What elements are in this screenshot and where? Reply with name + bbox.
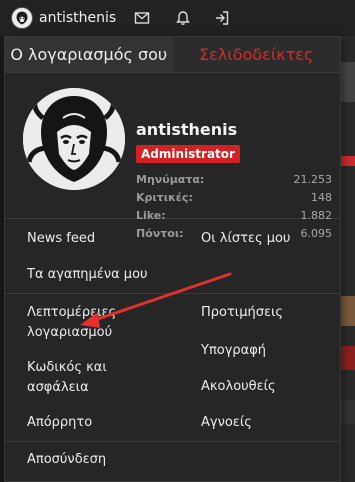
logout-icon[interactable]: [213, 9, 231, 27]
menu-password-line2: ασφάλεια: [27, 380, 89, 395]
user-menu-trigger[interactable]: antisthenis: [0, 0, 116, 36]
stat-value: 148: [311, 191, 332, 204]
menu-ignoring[interactable]: Αγνοείς: [201, 413, 252, 433]
menu-news-feed[interactable]: News feed: [27, 229, 95, 249]
menu-account-details-line1: Λεπτομέρειες: [27, 305, 117, 320]
menu-favorites[interactable]: Τα αγαπημένα μου: [27, 265, 148, 285]
menu-divider: [5, 441, 340, 442]
stat-value: 6.095: [300, 227, 333, 240]
background-page-right: [341, 36, 355, 482]
menu-account-details-line2: λογαριασμού: [27, 325, 113, 340]
stat-row-messages[interactable]: Μηνύματα: 21.253: [136, 173, 332, 191]
menu-logout[interactable]: Αποσύνδεση: [27, 450, 106, 470]
top-navigation-bar: antisthenis: [0, 0, 355, 36]
stat-label: Πόντοι:: [136, 227, 184, 240]
menu-signature[interactable]: Υπογραφή: [201, 341, 266, 361]
menu-preferences[interactable]: Προτιμήσεις: [201, 303, 283, 323]
stat-label: Like:: [136, 209, 166, 222]
stat-label: Κριτικές:: [136, 191, 193, 204]
user-avatar-small: [11, 7, 33, 29]
avatar-portrait-icon: [23, 88, 125, 190]
mail-icon[interactable]: [133, 9, 151, 27]
avatar-face-icon: [12, 8, 32, 28]
tab-bookmarks[interactable]: Σελιδοδείκτες: [173, 37, 341, 72]
menu-my-lists[interactable]: Οι λίστες μου: [201, 229, 290, 249]
bell-icon[interactable]: [174, 9, 192, 27]
menu-password-line1: Κωδικός και: [27, 360, 107, 375]
stat-row-likes[interactable]: Like: 1.882: [136, 209, 332, 227]
account-dropdown-panel: Ο λογαριασμός σου Σελιδοδείκτες antisthe…: [4, 36, 341, 482]
menu-following[interactable]: Ακολουθείς: [201, 377, 276, 397]
stat-value: 21.253: [293, 173, 333, 186]
tab-your-account[interactable]: Ο λογαριασμός σου: [5, 37, 173, 72]
profile-username[interactable]: antisthenis: [136, 120, 237, 139]
profile-card: antisthenis Administrator Μηνύματα: 21.2…: [5, 73, 340, 240]
topbar-username: antisthenis: [39, 10, 117, 26]
stat-label: Μηνύματα:: [136, 173, 205, 186]
menu-divider: [5, 293, 340, 294]
menu-account-details[interactable]: Λεπτομέρειες λογαριασμού: [27, 303, 116, 343]
menu-password-security[interactable]: Κωδικός και ασφάλεια: [27, 358, 107, 398]
stat-value: 1.882: [300, 209, 333, 222]
profile-avatar[interactable]: [23, 88, 125, 190]
stat-row-reviews[interactable]: Κριτικές: 148: [136, 191, 332, 209]
menu-privacy[interactable]: Απόρρητο: [27, 413, 92, 433]
role-badge: Administrator: [136, 145, 240, 163]
account-tabs: Ο λογαριασμός σου Σελιδοδείκτες: [5, 37, 340, 73]
